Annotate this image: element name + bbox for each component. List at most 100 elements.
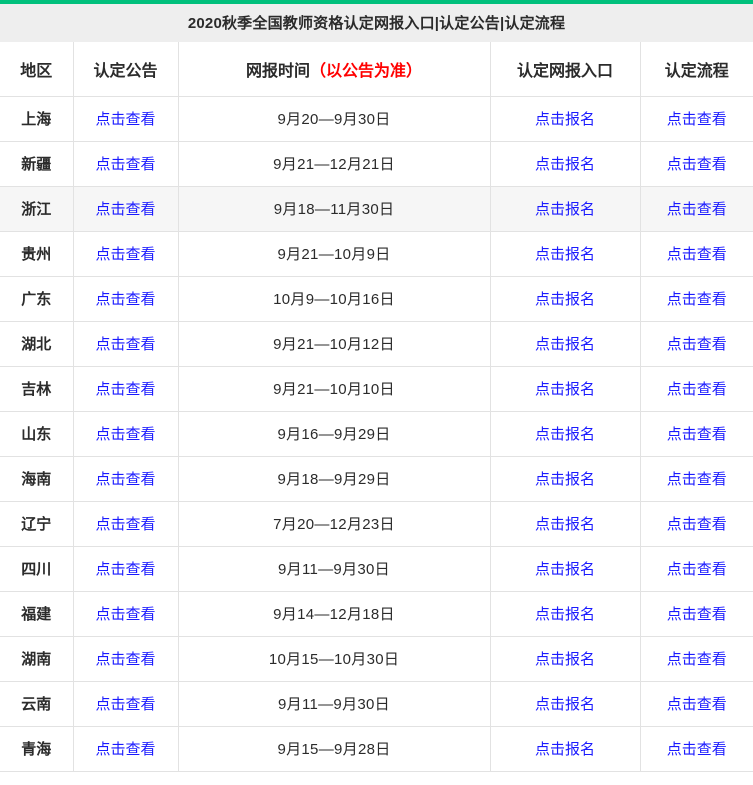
notice-link[interactable]: 点击查看	[95, 156, 155, 173]
cell-region: 上海	[0, 96, 74, 142]
cell-process[interactable]: 点击查看	[640, 141, 753, 187]
cell-process[interactable]: 点击查看	[640, 456, 753, 502]
registration-entry-link[interactable]: 点击报名	[535, 606, 595, 623]
registration-entry-link[interactable]: 点击报名	[535, 741, 595, 758]
registration-entry-link[interactable]: 点击报名	[535, 156, 595, 173]
registration-entry-link[interactable]: 点击报名	[535, 516, 595, 533]
cell-entry[interactable]: 点击报名	[490, 591, 641, 637]
cell-notice[interactable]: 点击查看	[73, 681, 179, 727]
cell-process[interactable]: 点击查看	[640, 501, 753, 547]
cell-process[interactable]: 点击查看	[640, 591, 753, 637]
cell-process[interactable]: 点击查看	[640, 231, 753, 277]
notice-link[interactable]: 点击查看	[95, 426, 155, 443]
time-label: 9月11—9月30日	[278, 561, 390, 578]
registration-entry-link[interactable]: 点击报名	[535, 201, 595, 218]
notice-link[interactable]: 点击查看	[95, 471, 155, 488]
cell-process[interactable]: 点击查看	[640, 546, 753, 592]
cell-process[interactable]: 点击查看	[640, 366, 753, 412]
cell-process[interactable]: 点击查看	[640, 636, 753, 682]
cell-time: 9月21—10月10日	[178, 366, 491, 412]
process-link[interactable]: 点击查看	[667, 156, 727, 173]
cell-entry[interactable]: 点击报名	[490, 276, 641, 322]
time-label: 10月15—10月30日	[268, 651, 400, 668]
cell-notice[interactable]: 点击查看	[73, 501, 179, 547]
cell-entry[interactable]: 点击报名	[490, 186, 641, 232]
registration-entry-link[interactable]: 点击报名	[535, 471, 595, 488]
cell-entry[interactable]: 点击报名	[490, 96, 641, 142]
registration-entry-link[interactable]: 点击报名	[535, 381, 595, 398]
cell-entry[interactable]: 点击报名	[490, 411, 641, 457]
cell-entry[interactable]: 点击报名	[490, 546, 641, 592]
cell-process[interactable]: 点击查看	[640, 96, 753, 142]
cell-notice[interactable]: 点击查看	[73, 411, 179, 457]
registration-entry-link[interactable]: 点击报名	[535, 111, 595, 128]
cell-notice[interactable]: 点击查看	[73, 456, 179, 502]
cell-notice[interactable]: 点击查看	[73, 636, 179, 682]
registration-entry-link[interactable]: 点击报名	[535, 291, 595, 308]
notice-link[interactable]: 点击查看	[95, 201, 155, 218]
process-link[interactable]: 点击查看	[667, 606, 727, 623]
process-link[interactable]: 点击查看	[667, 111, 727, 128]
cell-entry[interactable]: 点击报名	[490, 366, 641, 412]
notice-link[interactable]: 点击查看	[95, 651, 155, 668]
cell-entry[interactable]: 点击报名	[490, 501, 641, 547]
cell-entry[interactable]: 点击报名	[490, 321, 641, 367]
column-header-region-label: 地区	[20, 62, 53, 80]
cell-notice[interactable]: 点击查看	[73, 321, 179, 367]
registration-entry-link[interactable]: 点击报名	[535, 696, 595, 713]
notice-link[interactable]: 点击查看	[95, 741, 155, 758]
process-link[interactable]: 点击查看	[667, 291, 727, 308]
table-row: 辽宁 点击查看 7月20—12月23日 点击报名 点击查看	[0, 501, 753, 547]
cell-notice[interactable]: 点击查看	[73, 591, 179, 637]
process-link[interactable]: 点击查看	[667, 696, 727, 713]
cell-notice[interactable]: 点击查看	[73, 546, 179, 592]
registration-entry-link[interactable]: 点击报名	[535, 336, 595, 353]
cell-notice[interactable]: 点击查看	[73, 141, 179, 187]
cell-entry[interactable]: 点击报名	[490, 141, 641, 187]
process-link[interactable]: 点击查看	[667, 246, 727, 263]
registration-entry-link[interactable]: 点击报名	[535, 426, 595, 443]
cell-notice[interactable]: 点击查看	[73, 231, 179, 277]
cell-process[interactable]: 点击查看	[640, 186, 753, 232]
cell-notice[interactable]: 点击查看	[73, 366, 179, 412]
notice-link[interactable]: 点击查看	[95, 696, 155, 713]
notice-link[interactable]: 点击查看	[95, 291, 155, 308]
cell-entry[interactable]: 点击报名	[490, 231, 641, 277]
cell-process[interactable]: 点击查看	[640, 276, 753, 322]
notice-link[interactable]: 点击查看	[95, 606, 155, 623]
cell-process[interactable]: 点击查看	[640, 321, 753, 367]
process-link[interactable]: 点击查看	[667, 426, 727, 443]
table-row: 新疆 点击查看 9月21—12月21日 点击报名 点击查看	[0, 141, 753, 187]
cell-time: 9月11—9月30日	[178, 681, 491, 727]
cell-notice[interactable]: 点击查看	[73, 186, 179, 232]
process-link[interactable]: 点击查看	[667, 471, 727, 488]
process-link[interactable]: 点击查看	[667, 381, 727, 398]
cell-entry[interactable]: 点击报名	[490, 681, 641, 727]
process-link[interactable]: 点击查看	[667, 741, 727, 758]
region-label: 浙江	[21, 201, 52, 218]
cell-process[interactable]: 点击查看	[640, 411, 753, 457]
cell-entry[interactable]: 点击报名	[490, 726, 641, 772]
cell-notice[interactable]: 点击查看	[73, 276, 179, 322]
notice-link[interactable]: 点击查看	[95, 516, 155, 533]
notice-link[interactable]: 点击查看	[95, 336, 155, 353]
process-link[interactable]: 点击查看	[667, 561, 727, 578]
cell-process[interactable]: 点击查看	[640, 681, 753, 727]
notice-link[interactable]: 点击查看	[95, 246, 155, 263]
process-link[interactable]: 点击查看	[667, 201, 727, 218]
registration-entry-link[interactable]: 点击报名	[535, 651, 595, 668]
process-link[interactable]: 点击查看	[667, 651, 727, 668]
time-label: 9月20—9月30日	[277, 111, 391, 128]
cell-notice[interactable]: 点击查看	[73, 726, 179, 772]
notice-link[interactable]: 点击查看	[95, 111, 155, 128]
cell-notice[interactable]: 点击查看	[73, 96, 179, 142]
cell-process[interactable]: 点击查看	[640, 726, 753, 772]
cell-entry[interactable]: 点击报名	[490, 456, 641, 502]
notice-link[interactable]: 点击查看	[95, 561, 155, 578]
registration-entry-link[interactable]: 点击报名	[535, 561, 595, 578]
process-link[interactable]: 点击查看	[667, 516, 727, 533]
registration-entry-link[interactable]: 点击报名	[535, 246, 595, 263]
cell-entry[interactable]: 点击报名	[490, 636, 641, 682]
process-link[interactable]: 点击查看	[667, 336, 727, 353]
notice-link[interactable]: 点击查看	[95, 381, 155, 398]
